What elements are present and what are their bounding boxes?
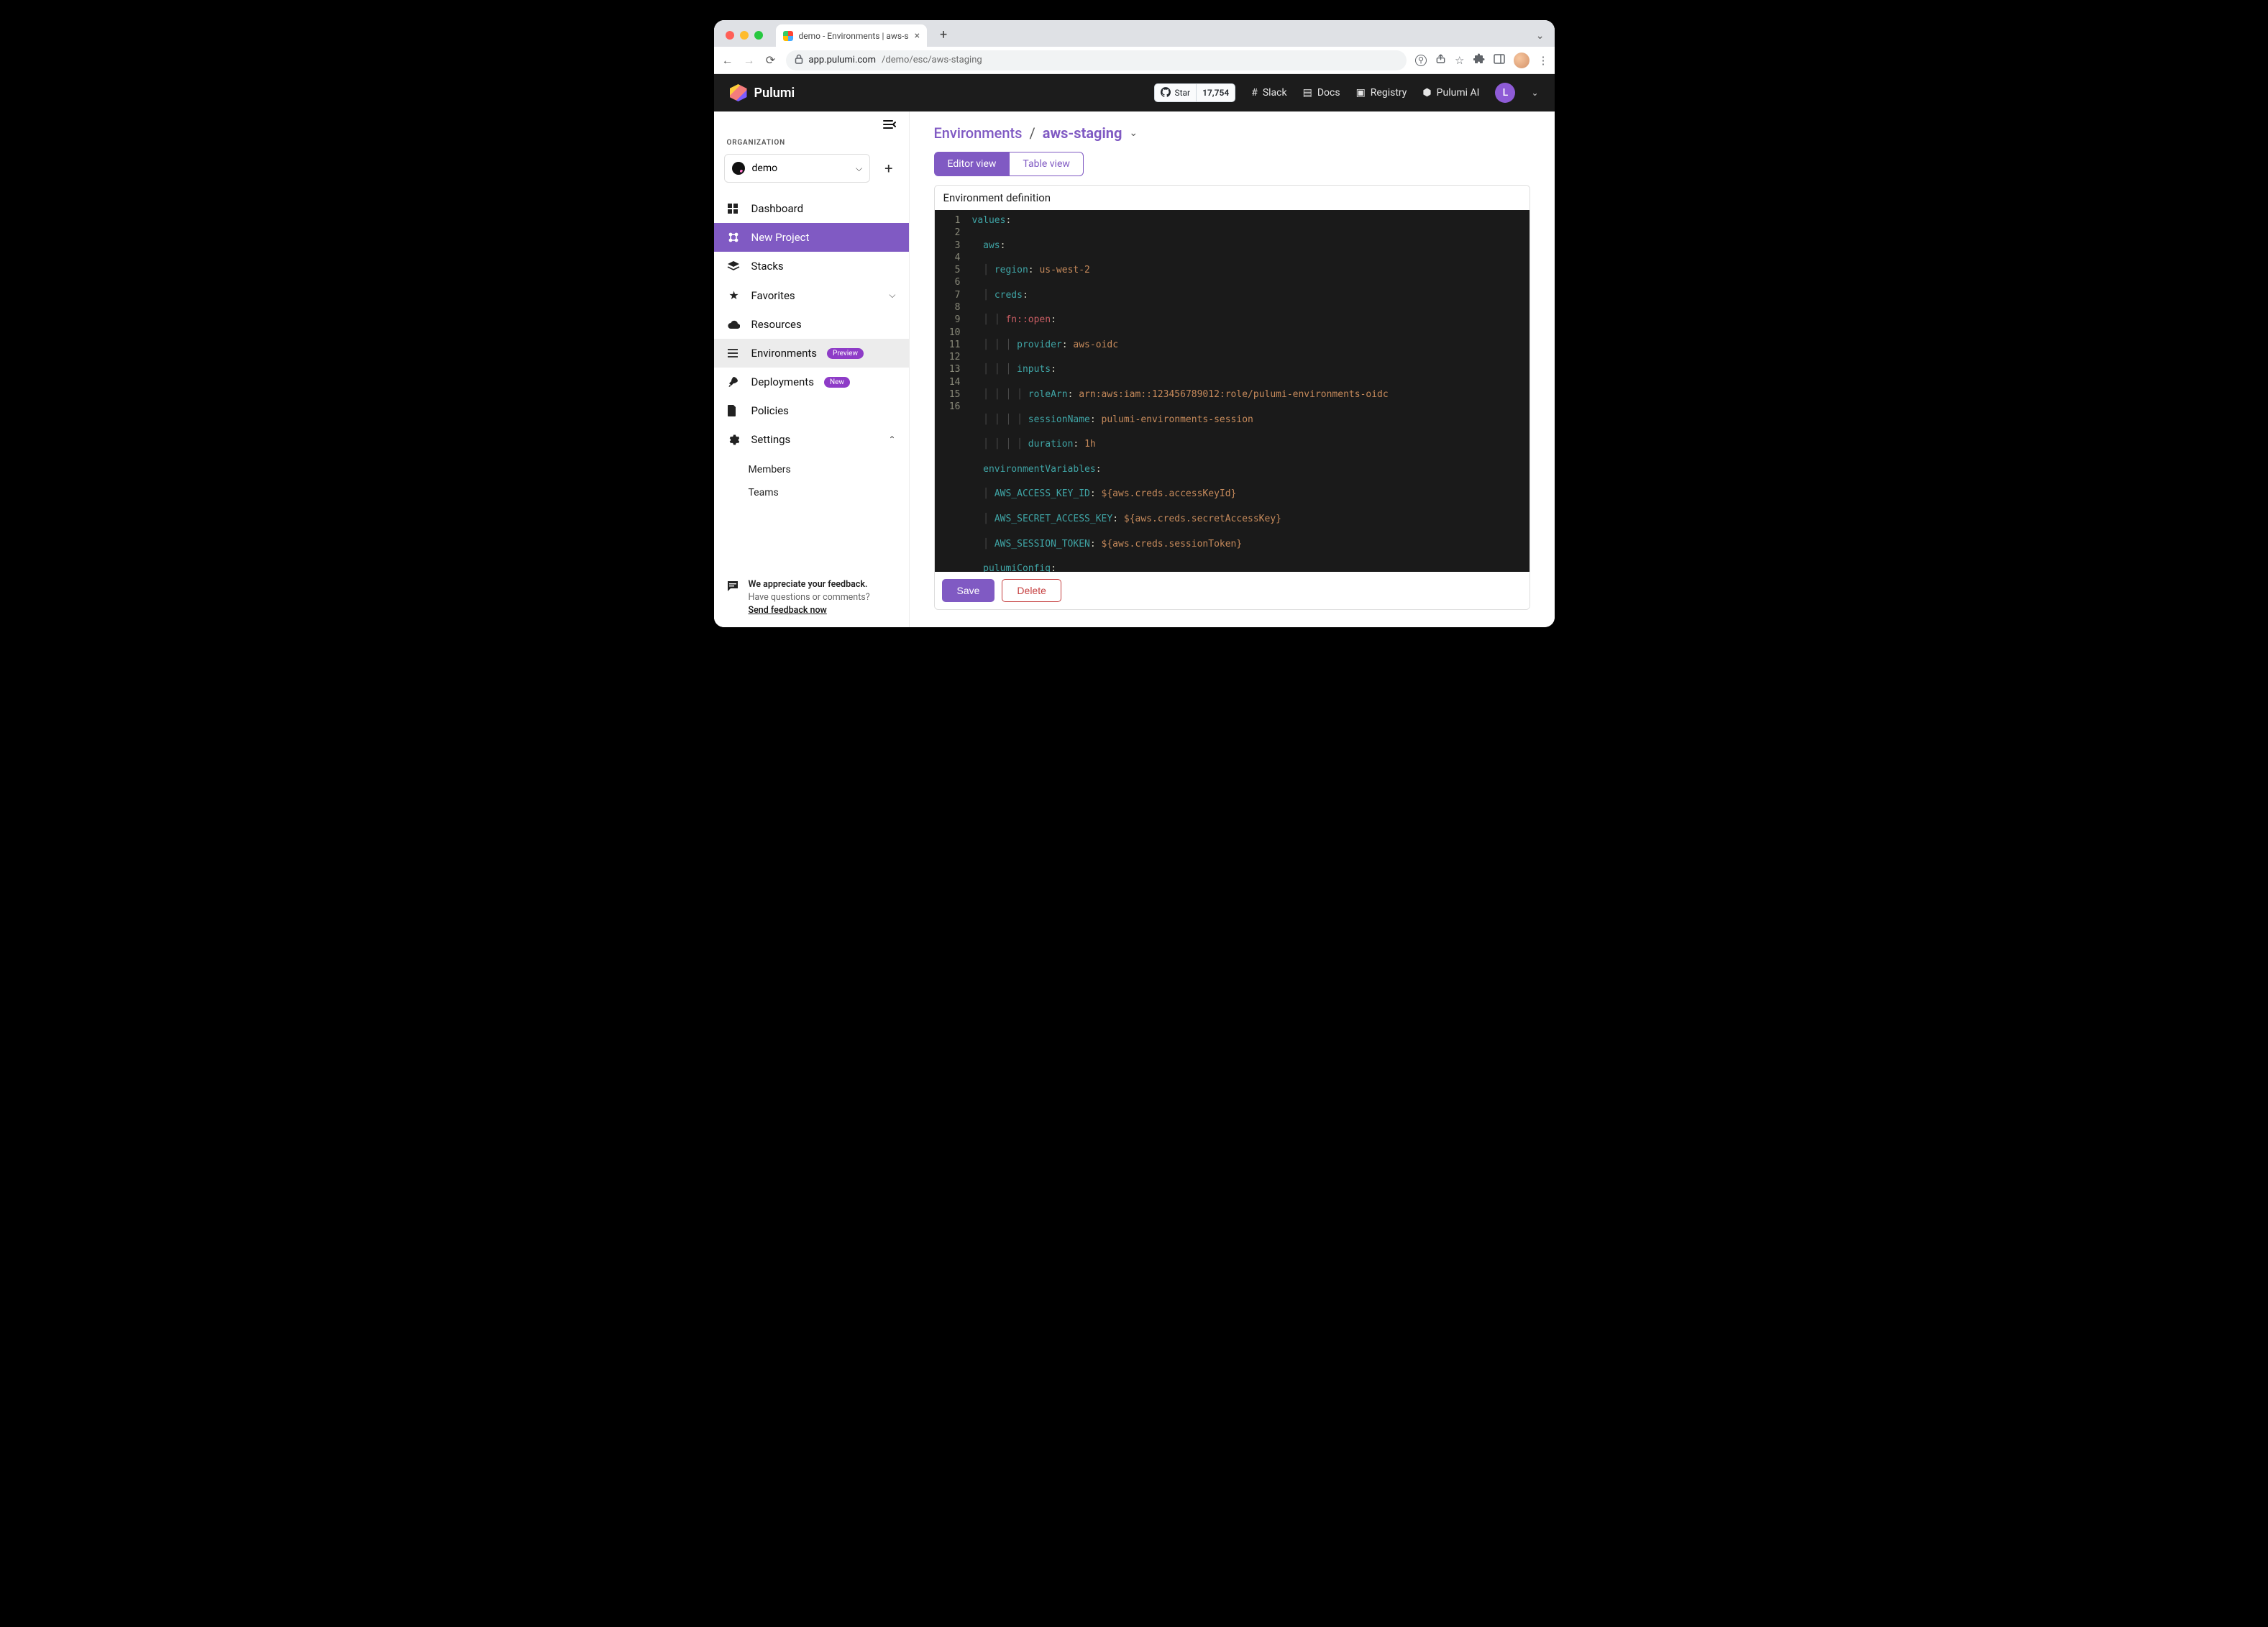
docs-icon: ▤ — [1303, 87, 1312, 99]
sidebar-collapse-icon[interactable] — [883, 119, 896, 132]
breadcrumb-root[interactable]: Environments — [934, 124, 1023, 142]
sidebar-item-stacks[interactable]: Stacks — [714, 252, 909, 281]
user-avatar[interactable]: L — [1495, 83, 1515, 103]
github-icon — [1161, 87, 1171, 99]
document-icon — [727, 405, 741, 416]
preview-badge: Preview — [827, 348, 864, 359]
extensions-icon[interactable] — [1473, 53, 1485, 68]
code-editor[interactable]: 12345678910111213141516 values: aws: │ r… — [935, 210, 1529, 572]
browser-menu-icon[interactable]: ⋮ — [1538, 54, 1547, 67]
chevron-down-icon: ⌵ — [856, 163, 862, 174]
tab-overflow-icon[interactable]: ⌄ — [1536, 30, 1545, 42]
url-path: /demo/esc/aws-staging — [882, 55, 982, 65]
sidebar-item-new-project[interactable]: New Project — [714, 223, 909, 252]
browser-tab[interactable]: demo - Environments | aws-s × — [776, 24, 928, 47]
delete-button[interactable]: Delete — [1002, 579, 1061, 602]
sidebar-nav: Dashboard New Project Stacks ★ Favorites… — [714, 190, 909, 458]
new-tab-button[interactable]: + — [934, 25, 953, 44]
panel-title: Environment definition — [935, 186, 1529, 210]
bookmark-star-icon[interactable]: ☆ — [1455, 54, 1464, 67]
user-menu-caret-icon[interactable]: ⌄ — [1531, 88, 1538, 98]
save-button[interactable]: Save — [942, 579, 995, 602]
tab-title: demo - Environments | aws-s — [799, 31, 909, 41]
stacks-icon — [727, 260, 741, 272]
breadcrumb: Environments / aws-staging ⌄ — [934, 124, 1530, 142]
side-panel-icon[interactable] — [1494, 54, 1505, 67]
org-selector[interactable]: demo ⌵ — [724, 154, 871, 183]
minimize-window-icon[interactable] — [740, 31, 749, 40]
header-link-slack[interactable]: #Slack — [1251, 87, 1286, 99]
app-header: Pulumi Star 17,754 #Slack ▤Docs ▣Registr… — [714, 74, 1555, 111]
logo-cube-icon — [730, 84, 747, 101]
sidebar-item-dashboard[interactable]: Dashboard — [714, 194, 909, 223]
new-project-icon — [727, 231, 741, 244]
tab-favicon — [783, 31, 793, 41]
browser-window: demo - Environments | aws-s × + ⌄ ← → ⟳ … — [714, 20, 1555, 627]
github-star-button[interactable]: Star 17,754 — [1154, 83, 1235, 102]
header-link-registry[interactable]: ▣Registry — [1356, 87, 1407, 99]
browser-tabstrip: demo - Environments | aws-s × + ⌄ — [714, 20, 1555, 47]
reload-button[interactable]: ⟳ — [764, 53, 777, 67]
sidebar-item-favorites[interactable]: ★ Favorites ⌵ — [714, 281, 909, 310]
settings-subnav: Members Teams — [714, 458, 909, 510]
sidebar: ORGANIZATION demo ⌵ + Dashboard — [714, 111, 910, 627]
star-icon: ★ — [727, 288, 741, 302]
zoom-icon[interactable]: ⚲ — [1415, 55, 1427, 66]
feedback-box: We appreciate your feedback. Have questi… — [714, 568, 909, 627]
registry-icon: ▣ — [1356, 87, 1366, 99]
new-badge: New — [824, 377, 850, 388]
github-star-label: Star — [1174, 88, 1190, 98]
sidebar-item-settings[interactable]: Settings ⌃ — [714, 425, 909, 454]
share-icon[interactable] — [1435, 53, 1446, 67]
view-tabs: Editor view Table view — [934, 152, 1530, 176]
breadcrumb-current: aws-staging — [1043, 124, 1122, 142]
org-avatar-icon — [732, 162, 745, 175]
dashboard-icon — [727, 203, 741, 214]
tab-editor-view[interactable]: Editor view — [934, 152, 1010, 176]
list-icon — [727, 348, 741, 358]
url-bar[interactable]: app.pulumi.com/demo/esc/aws-staging — [786, 50, 1407, 70]
github-star-count: 17,754 — [1197, 84, 1235, 101]
chevron-down-icon: ⌵ — [889, 290, 895, 301]
cube-icon: ⬢ — [1422, 87, 1431, 99]
slack-icon: # — [1251, 87, 1258, 99]
sidebar-subitem-teams[interactable]: Teams — [749, 481, 909, 504]
tab-close-icon[interactable]: × — [915, 30, 920, 42]
rocket-icon — [727, 376, 741, 388]
chevron-up-icon: ⌃ — [888, 434, 895, 445]
send-feedback-link[interactable]: Send feedback now — [749, 605, 827, 616]
browser-toolbar: ← → ⟳ app.pulumi.com/demo/esc/aws-stagin… — [714, 47, 1555, 74]
add-org-button[interactable]: + — [879, 160, 898, 177]
back-button[interactable]: ← — [721, 53, 734, 68]
chevron-down-icon[interactable]: ⌄ — [1129, 127, 1138, 139]
sidebar-item-deployments[interactable]: Deployments New — [714, 368, 909, 396]
header-link-pulumi-ai[interactable]: ⬢Pulumi AI — [1422, 87, 1479, 99]
main-content: Environments / aws-staging ⌄ Editor view… — [910, 111, 1555, 627]
profile-avatar[interactable] — [1514, 53, 1529, 68]
product-logo[interactable]: Pulumi — [730, 84, 795, 101]
definition-panel: Environment definition 12345678910111213… — [934, 185, 1530, 610]
lock-icon — [795, 54, 803, 67]
sidebar-item-environments[interactable]: Environments Preview — [714, 339, 909, 368]
logo-text: Pulumi — [754, 86, 795, 101]
sidebar-item-resources[interactable]: Resources — [714, 310, 909, 339]
gear-icon — [727, 434, 741, 446]
feedback-chat-icon — [726, 579, 740, 593]
url-host: app.pulumi.com — [809, 55, 877, 65]
sidebar-subitem-members[interactable]: Members — [749, 458, 909, 481]
org-name: demo — [752, 163, 778, 174]
header-link-docs[interactable]: ▤Docs — [1303, 87, 1340, 99]
sidebar-item-policies[interactable]: Policies — [714, 396, 909, 425]
close-window-icon[interactable] — [726, 31, 734, 40]
cloud-icon — [727, 320, 741, 329]
tab-table-view[interactable]: Table view — [1010, 152, 1084, 176]
maximize-window-icon[interactable] — [754, 31, 763, 40]
window-controls[interactable] — [721, 31, 767, 47]
forward-button[interactable]: → — [743, 53, 756, 68]
org-section-label: ORGANIZATION — [714, 135, 909, 154]
